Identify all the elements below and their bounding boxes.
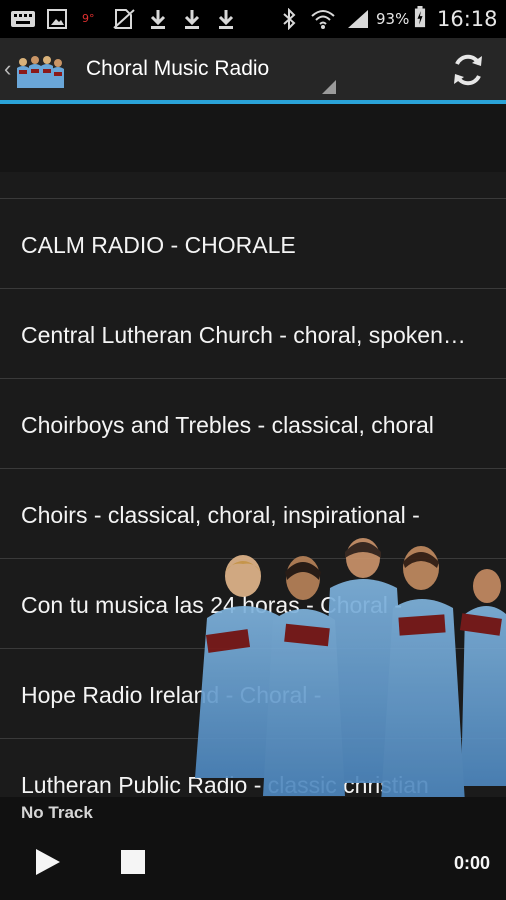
now-playing-track: No Track <box>21 803 93 822</box>
bluetooth-icon <box>283 8 296 30</box>
station-item[interactable]: Choirboys and Trebles - classical, chora… <box>0 379 506 469</box>
station-item[interactable]: Lutheran Public Radio - classic christia… <box>0 739 506 797</box>
station-name: Choirs - classical, choral, inspirationa… <box>21 502 420 528</box>
elapsed-time: 0:00 <box>453 853 490 873</box>
status-bar: 9° 93% 16:18 <box>0 0 506 38</box>
stop-icon[interactable] <box>121 850 145 874</box>
header-band <box>0 104 506 172</box>
signal-icon <box>348 10 368 28</box>
player-bar: No Track 0:00 <box>0 797 506 900</box>
station-name: Con tu musica las 24 horas - Choral - <box>21 592 402 618</box>
station-name: Hope Radio Ireland - Choral - <box>21 682 322 708</box>
app-title[interactable]: Choral Music Radio <box>86 57 269 81</box>
station-item[interactable]: CALM RADIO - CHORALE <box>0 199 506 289</box>
wifi-icon <box>311 10 335 29</box>
station-name: Choirboys and Trebles - classical, chora… <box>21 412 434 438</box>
station-item[interactable]: Choirs - classical, choral, inspirationa… <box>0 469 506 559</box>
station-name: Central Lutheran Church - choral, spoken… <box>21 322 466 348</box>
no-sim-icon <box>113 9 135 29</box>
temperature-text: 9° <box>82 12 95 25</box>
keyboard-icon <box>11 11 35 27</box>
station-list[interactable]: CALM RADIO - CHORALE Central Lutheran Ch… <box>0 199 506 797</box>
image-icon <box>47 9 67 29</box>
choir-app-icon[interactable] <box>14 48 64 92</box>
clock: 16:18 <box>437 7 498 31</box>
battery-percent: 93% <box>376 10 410 28</box>
station-name: CALM RADIO - CHORALE <box>21 232 296 258</box>
station-name: Lutheran Public Radio - classic christia… <box>21 772 429 797</box>
action-bar: ‹ Choral Music Radio <box>0 38 506 100</box>
download-icon <box>184 10 200 29</box>
refresh-icon[interactable] <box>448 50 488 90</box>
download-icon <box>150 10 166 29</box>
up-caret-icon[interactable]: ‹ <box>4 56 11 82</box>
spinner-indicator-icon[interactable] <box>322 80 336 94</box>
station-item[interactable]: Con tu musica las 24 horas - Choral - <box>0 559 506 649</box>
play-icon[interactable] <box>36 849 60 875</box>
station-item[interactable]: Hope Radio Ireland - Choral - <box>0 649 506 739</box>
station-item[interactable]: Central Lutheran Church - choral, spoken… <box>0 289 506 379</box>
download-icon <box>218 10 234 29</box>
battery-charging-icon <box>414 6 426 28</box>
